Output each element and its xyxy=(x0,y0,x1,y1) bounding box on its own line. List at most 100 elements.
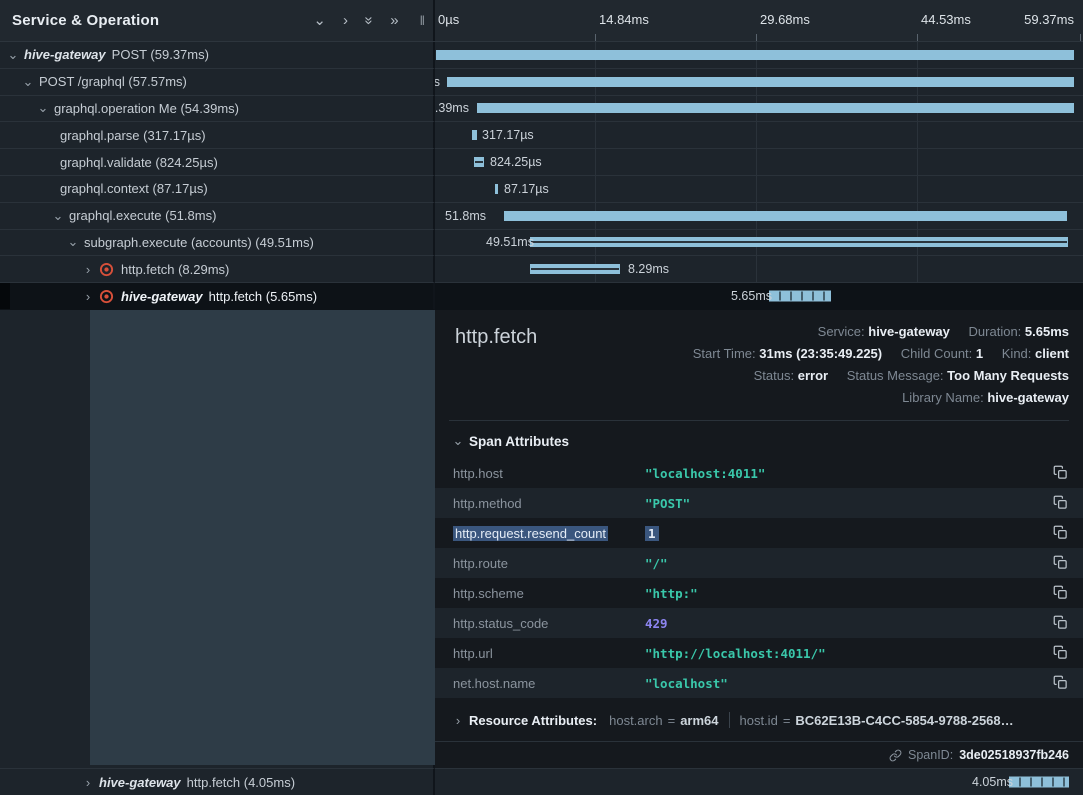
copy-icon[interactable] xyxy=(1053,585,1069,601)
chevron-down-icon[interactable]: ⌄ xyxy=(66,234,80,250)
trace-span-row[interactable]: graphql.context (87.17µs) 87.17µs xyxy=(0,176,1083,203)
timeline-bar[interactable] xyxy=(530,264,620,274)
link-icon[interactable] xyxy=(889,749,902,762)
expand-all-icon[interactable]: » xyxy=(390,13,398,28)
meta-label: Status Message: xyxy=(847,368,944,383)
chevron-right-icon[interactable]: › xyxy=(81,262,95,277)
copy-icon[interactable] xyxy=(1053,615,1069,631)
meta-line: Status: error Status Message: Too Many R… xyxy=(693,365,1069,387)
timeline-bar[interactable] xyxy=(472,130,477,140)
attribute-key: http.url xyxy=(453,646,645,661)
trace-span-row[interactable]: › http.fetch (8.29ms) 8.29ms xyxy=(0,256,1083,283)
divider xyxy=(729,712,730,728)
operation-label: POST /graphql (57.57ms) xyxy=(39,74,187,89)
meta-line: Service: hive-gateway Duration: 5.65ms xyxy=(693,321,1069,343)
operation-label: graphql.context (87.17µs) xyxy=(60,181,208,196)
span-title: http.fetch xyxy=(455,326,537,349)
tick-mark xyxy=(1080,34,1081,41)
tree-controls: ⌄ › » » ‖ xyxy=(313,13,425,28)
attribute-row[interactable]: http.url "http://localhost:4011/" xyxy=(435,638,1083,668)
attribute-value: 1 xyxy=(645,526,659,541)
attribute-key: net.host.name xyxy=(453,676,645,691)
attribute-value: "POST" xyxy=(645,496,690,511)
timeline-bar[interactable] xyxy=(495,184,498,194)
attribute-value: "/" xyxy=(645,556,668,571)
attribute-key: http.status_code xyxy=(453,616,645,631)
operation-label: subgraph.execute (accounts) (49.51ms) xyxy=(84,235,314,250)
copy-icon[interactable] xyxy=(1053,675,1069,691)
trace-span-row[interactable]: ⌄ subgraph.execute (accounts) (49.51ms) … xyxy=(0,230,1083,257)
chevron-right-icon[interactable]: › xyxy=(81,775,95,790)
meta-label: Kind: xyxy=(1002,346,1032,361)
tick-label: 0µs xyxy=(438,12,459,27)
duration-label: 57.57ms xyxy=(435,75,440,89)
attribute-row[interactable]: http.scheme "http:" xyxy=(435,578,1083,608)
span-attributes-section-header[interactable]: ⌄ Span Attributes xyxy=(435,421,1083,458)
trace-span-row[interactable]: ⌄ hive-gateway POST (59.37ms) xyxy=(0,42,1083,69)
duration-label: 317.17µs xyxy=(482,128,534,142)
trace-span-row[interactable]: graphql.parse (317.17µs) 317.17µs xyxy=(0,122,1083,149)
timeline-bar[interactable] xyxy=(477,103,1074,113)
trace-span-row[interactable]: ⌄ graphql.operation Me (54.39ms) 54.39ms xyxy=(0,96,1083,123)
panel-title: Service & Operation xyxy=(12,12,159,29)
selection-notch xyxy=(0,283,10,309)
timeline-bar[interactable] xyxy=(769,291,831,302)
chevron-down-icon[interactable]: ⌄ xyxy=(51,208,65,224)
trace-span-row[interactable]: graphql.validate (824.25µs) 824.25µs xyxy=(0,149,1083,176)
trace-span-row[interactable]: › hive-gateway http.fetch (4.05ms) 4.05m… xyxy=(0,768,1083,795)
meta-label: Library Name: xyxy=(902,390,984,405)
meta-label: Service: xyxy=(818,324,865,339)
collapse-one-icon[interactable]: ⌄ xyxy=(313,13,326,28)
span-id-footer: SpanID: 3de02518937fb246 xyxy=(435,741,1083,768)
copy-icon[interactable] xyxy=(1053,555,1069,571)
meta-line: Library Name: hive-gateway xyxy=(693,387,1069,409)
error-status-icon xyxy=(99,262,114,277)
duration-label: 51.8ms xyxy=(445,209,486,223)
chevron-right-icon[interactable]: › xyxy=(81,289,95,304)
resource-value: BC62E13B-C4CC-5854-9788-2568… xyxy=(795,713,1013,728)
chevron-down-icon[interactable]: ⌄ xyxy=(36,100,50,116)
timeline-bar[interactable] xyxy=(447,77,1074,87)
timeline-bar[interactable] xyxy=(474,157,484,167)
attribute-row[interactable]: http.route "/" xyxy=(435,548,1083,578)
resource-attributes-row[interactable]: › Resource Attributes: host.arch = arm64… xyxy=(435,698,1083,728)
copy-icon[interactable] xyxy=(1053,525,1069,541)
attribute-row[interactable]: http.host "localhost:4011" xyxy=(435,458,1083,488)
copy-icon[interactable] xyxy=(1053,465,1069,481)
span-meta: Service: hive-gateway Duration: 5.65ms S… xyxy=(693,321,1069,409)
trace-span-row[interactable]: ⌄ POST /graphql (57.57ms) 57.57ms xyxy=(0,69,1083,96)
attribute-key: http.scheme xyxy=(453,586,645,601)
attribute-value: "localhost:4011" xyxy=(645,466,765,481)
attribute-value: 429 xyxy=(645,616,668,631)
attribute-row-selected[interactable]: http.request.resend_count 1 xyxy=(435,518,1083,548)
attribute-row[interactable]: http.status_code 429 xyxy=(435,608,1083,638)
timeline-bar[interactable] xyxy=(530,237,1068,247)
trace-span-row-selected[interactable]: › hive-gateway http.fetch (5.65ms) 5.65m… xyxy=(0,283,1083,310)
attribute-key: http.method xyxy=(453,496,645,511)
attribute-row[interactable]: http.method "POST" xyxy=(435,488,1083,518)
attribute-key: http.route xyxy=(453,556,645,571)
section-title: Resource Attributes: xyxy=(469,713,597,728)
timeline-bar[interactable] xyxy=(504,211,1067,221)
service-name: hive-gateway xyxy=(24,47,106,62)
duration-label: 87.17µs xyxy=(504,182,549,196)
copy-icon[interactable] xyxy=(1053,645,1069,661)
chevron-down-icon[interactable]: ⌄ xyxy=(21,74,35,90)
span-detail-header: http.fetch Service: hive-gateway Duratio… xyxy=(435,310,1083,420)
chevron-down-icon[interactable]: ⌄ xyxy=(6,47,20,63)
tick-label: 14.84ms xyxy=(599,12,649,27)
timeline-bar[interactable] xyxy=(436,50,1074,60)
panel-resize-handle[interactable]: ‖ xyxy=(420,14,425,27)
timeline-bar[interactable] xyxy=(1009,777,1069,788)
resource-key: host.id xyxy=(740,713,778,728)
attribute-row[interactable]: net.host.name "localhost" xyxy=(435,668,1083,698)
operation-label: http.fetch (5.65ms) xyxy=(209,289,317,304)
expand-one-icon[interactable]: › xyxy=(343,13,348,28)
copy-icon[interactable] xyxy=(1053,495,1069,511)
attribute-key: http.host xyxy=(453,466,645,481)
collapse-all-icon[interactable]: » xyxy=(362,16,377,24)
trace-span-row[interactable]: ⌄ graphql.execute (51.8ms) 51.8ms xyxy=(0,203,1083,230)
operation-label: graphql.parse (317.17µs) xyxy=(60,128,206,143)
trace-viewer: Service & Operation ⌄ › » » ‖ 0µs 14.84m… xyxy=(0,0,1083,795)
service-name: hive-gateway xyxy=(121,289,203,304)
